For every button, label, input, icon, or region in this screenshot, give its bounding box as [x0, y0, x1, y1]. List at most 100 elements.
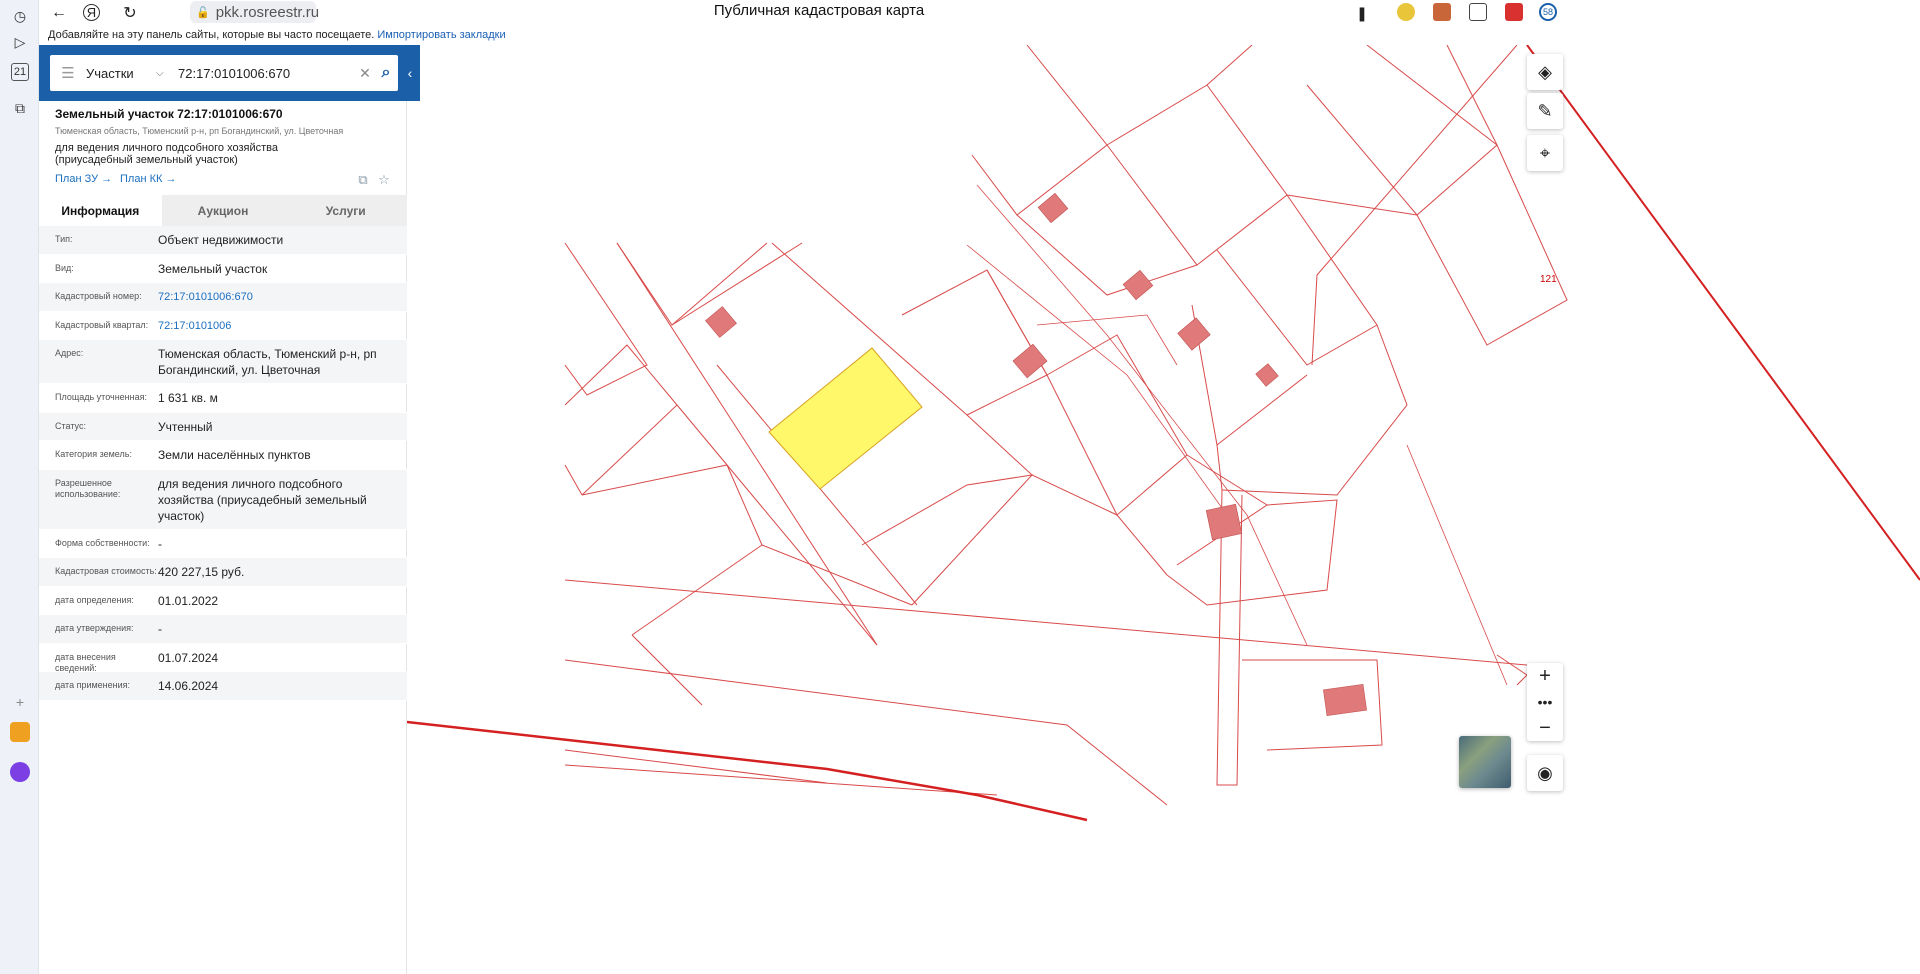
ruler-button[interactable]: ✎ — [1527, 93, 1563, 129]
calendar-icon[interactable]: 21 — [11, 63, 29, 81]
building[interactable] — [1122, 269, 1154, 301]
building[interactable] — [1177, 317, 1211, 351]
tab-auction[interactable]: Аукцион — [162, 195, 285, 226]
parcel[interactable] — [1216, 324, 1408, 496]
cadastral-quarter-link[interactable]: 72:17:0101006 — [158, 312, 407, 339]
parcel[interactable] — [1046, 334, 1188, 516]
parcel[interactable] — [676, 404, 728, 466]
building[interactable] — [1205, 503, 1243, 541]
extension-icon[interactable] — [1469, 3, 1487, 21]
play-icon[interactable]: ▷ — [8, 30, 32, 54]
alice-icon[interactable] — [10, 762, 30, 782]
parcel[interactable] — [966, 414, 1118, 516]
parcel[interactable] — [761, 544, 913, 606]
bookmark-icon[interactable]: ❚ — [1351, 2, 1373, 24]
parcel[interactable] — [1191, 304, 1308, 446]
parcel[interactable] — [564, 659, 1168, 806]
tab-services[interactable]: Услуги — [284, 195, 407, 226]
import-bookmarks-link[interactable]: Импортировать закладки — [377, 29, 505, 41]
zoom-to-object-icon[interactable]: ⧉ — [355, 172, 371, 188]
parcel[interactable] — [1106, 84, 1288, 266]
info-value: для ведения личного подсобного хозяйства… — [158, 477, 367, 523]
search-icon[interactable]: ⌕ — [374, 64, 398, 82]
clear-icon[interactable]: ✕ — [356, 65, 374, 82]
parcel[interactable] — [1286, 194, 1418, 216]
parcel[interactable] — [671, 242, 803, 326]
building[interactable] — [705, 306, 737, 338]
address-bar[interactable]: 🔓 pkk.rosreestr.ru — [190, 1, 319, 23]
parcel[interactable] — [1166, 499, 1338, 606]
add-icon[interactable]: + — [8, 690, 32, 714]
downloads-icon[interactable]: 58 — [1539, 3, 1557, 21]
layers-button[interactable]: ◈ — [1527, 54, 1563, 90]
parcel[interactable] — [1016, 214, 1198, 296]
extension-icon[interactable] — [1433, 3, 1451, 21]
tab-info[interactable]: Информация — [39, 195, 162, 226]
chevron-down-icon[interactable]: ⌵ — [156, 68, 174, 79]
star-icon[interactable]: ☆ — [376, 172, 392, 188]
cadastral-map[interactable]: 121 ◈ ✎ ⌖ + ••• − ◉ — [407, 45, 1920, 974]
parcel[interactable] — [971, 45, 1108, 216]
info-label: Кадастровый номер: — [55, 291, 142, 301]
parcel[interactable] — [861, 474, 1034, 606]
info-row: Адрес: Тюменская область, Тюменский р-н,… — [39, 340, 407, 384]
parcel[interactable] — [581, 464, 763, 636]
parcel[interactable] — [1416, 144, 1568, 346]
search-input[interactable]: 72:17:0101006:670 — [174, 66, 356, 81]
reload-icon[interactable]: ↻ — [119, 2, 141, 24]
category-select[interactable]: Участки — [86, 66, 156, 81]
parcel[interactable] — [1216, 194, 1378, 366]
extension-icon[interactable] — [1505, 3, 1523, 21]
info-row: Вид: Земельный участок — [39, 255, 407, 283]
collapse-panel-icon[interactable]: ‹ — [400, 55, 420, 91]
locate-button[interactable]: ⌖ — [1527, 135, 1563, 171]
compass-button[interactable]: ◉ — [1527, 755, 1563, 791]
building[interactable] — [1255, 363, 1279, 387]
parcel[interactable] — [1446, 45, 1498, 146]
browser-sidebar: ◷ ▷ 21 ⧉ + — [0, 0, 39, 974]
plan-kk-link[interactable]: План КК → — [120, 173, 176, 185]
parcel[interactable] — [564, 464, 583, 496]
mail-icon[interactable] — [10, 722, 30, 742]
page-title: Публичная кадастровая карта — [713, 2, 925, 19]
basemap-switcher[interactable] — [1459, 736, 1511, 788]
map-canvas[interactable] — [407, 45, 1920, 974]
parcel[interactable] — [1116, 514, 1168, 576]
zoom-out-button[interactable]: − — [1527, 715, 1563, 741]
building[interactable] — [1037, 192, 1069, 224]
main-road — [407, 720, 1088, 822]
cadastral-number-link[interactable]: 72:17:0101006:670 — [158, 283, 407, 311]
info-row: Кадастровый номер: 72:17:0101006:670 — [39, 283, 407, 312]
parcel[interactable] — [1526, 45, 1920, 581]
info-row: дата определения: 01.01.2022 — [39, 587, 407, 615]
history-icon[interactable]: ◷ — [8, 4, 32, 28]
parcel[interactable] — [1206, 45, 1253, 86]
info-row: Категория земель: Земли населённых пункт… — [39, 441, 407, 470]
parcel[interactable] — [726, 464, 878, 646]
parcel[interactable] — [901, 269, 1048, 416]
zoom-in-button[interactable]: + — [1527, 663, 1563, 689]
info-label: Категория земель: — [55, 449, 132, 459]
road-edge — [976, 184, 1308, 646]
parcel[interactable] — [1306, 45, 1498, 216]
parcel[interactable] — [564, 242, 648, 396]
selected-parcel[interactable] — [768, 347, 923, 490]
parcel[interactable] — [1311, 45, 1518, 366]
extension-icon[interactable] — [1397, 3, 1415, 21]
back-icon[interactable]: ← — [48, 2, 70, 24]
parcel[interactable] — [564, 579, 1528, 666]
screenshot-icon[interactable]: ⧉ — [8, 96, 32, 120]
menu-icon[interactable]: ☰ — [50, 64, 86, 82]
parcel[interactable] — [564, 764, 998, 796]
building[interactable] — [1323, 684, 1367, 716]
info-label: дата утверждения: — [55, 623, 134, 633]
more-button[interactable]: ••• — [1527, 689, 1563, 715]
building[interactable] — [1012, 343, 1048, 379]
yandex-icon[interactable]: Я — [83, 4, 100, 21]
info-label: Разрешенное использование: — [55, 478, 121, 499]
parcel[interactable] — [1496, 654, 1528, 686]
parcel[interactable] — [564, 344, 678, 496]
info-value: Учтенный — [158, 420, 213, 434]
info-label: Вид: — [55, 263, 74, 273]
plan-zu-link[interactable]: План ЗУ → — [55, 173, 112, 185]
